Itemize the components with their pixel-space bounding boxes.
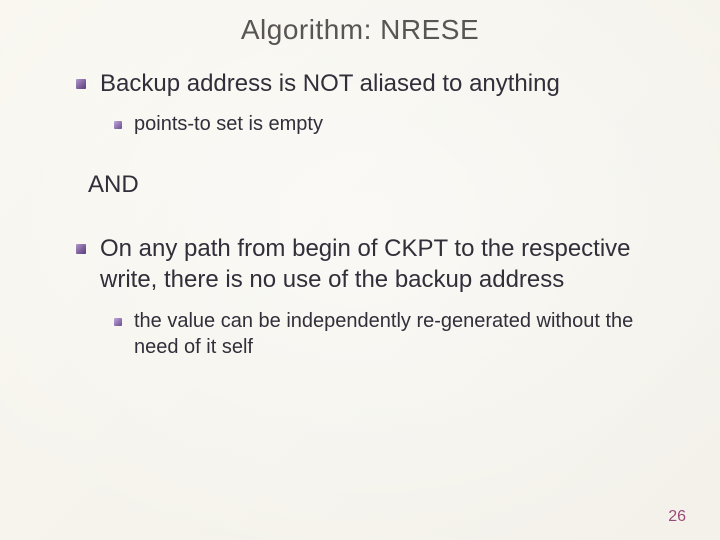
bullet-square-icon (76, 244, 86, 254)
bullet-square-icon (76, 79, 86, 89)
bullet-level2: the value can be independently re-genera… (114, 308, 670, 360)
page-number: 26 (668, 508, 686, 526)
bullet-square-icon (114, 121, 122, 129)
bullet-text: the value can be independently re-genera… (134, 308, 670, 360)
and-connector: AND (88, 171, 670, 199)
slide: Algorithm: NRESE Backup address is NOT a… (0, 0, 720, 540)
bullet-level1: On any path from begin of CKPT to the re… (76, 233, 670, 295)
bullet-level1: Backup address is NOT aliased to anythin… (76, 68, 670, 99)
slide-title: Algorithm: NRESE (50, 14, 670, 46)
bullet-text: On any path from begin of CKPT to the re… (100, 233, 670, 295)
bullet-text: Backup address is NOT aliased to anythin… (100, 68, 670, 99)
bullet-square-icon (114, 318, 122, 326)
bullet-text: points-to set is empty (134, 111, 670, 137)
bullet-level2: points-to set is empty (114, 111, 670, 137)
